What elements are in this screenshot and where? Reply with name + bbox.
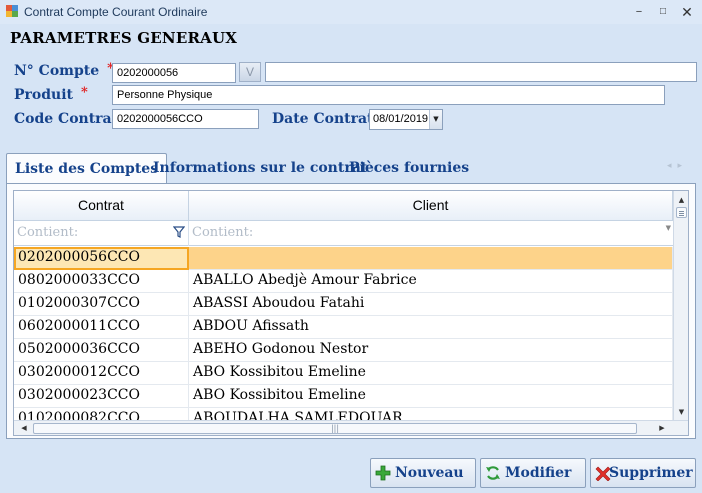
cell-client[interactable]: ABO Kossibitou Emeline	[189, 362, 673, 385]
cell-contrat[interactable]: 0102000307CCO	[14, 293, 189, 316]
filter-client-placeholder: Contient:	[192, 225, 254, 240]
compte-label: N° Compte *	[14, 61, 114, 79]
code-contrat-input[interactable]: 0202000056CCO	[112, 109, 259, 129]
compte-description-field[interactable]	[265, 62, 697, 82]
table-row[interactable]: 0802000033CCO ABALLO Abedjè Amour Fabric…	[14, 270, 673, 293]
column-header-contrat[interactable]: Contrat	[14, 191, 189, 221]
produit-required-mark: *	[81, 85, 88, 100]
tab-liste-comptes[interactable]: Liste des Comptes	[6, 153, 168, 184]
tab-pieces-fournies[interactable]: Pièces fournies	[349, 153, 469, 183]
scroll-up-icon[interactable]: ▲	[674, 193, 688, 207]
scroll-right-icon[interactable]: ▶	[654, 421, 670, 435]
maximize-icon[interactable]: □	[654, 3, 672, 21]
table-row[interactable]: 0102000307CCO ABASSI Aboudou Fatahi	[14, 293, 673, 316]
cell-client[interactable]: ABEHO Godonou Nestor	[189, 339, 673, 362]
tab-scroll-arrows-icon[interactable]: ◂▸	[667, 161, 688, 171]
produit-input[interactable]: Personne Physique	[112, 85, 665, 105]
cell-contrat[interactable]: 0502000036CCO	[14, 339, 189, 362]
compte-input[interactable]: 0202000056	[112, 63, 236, 83]
supprimer-button[interactable]: Supprimer	[590, 458, 696, 488]
column-header-client[interactable]: Client	[189, 191, 673, 221]
produit-label: Produit *	[14, 85, 88, 103]
cell-client[interactable]: ABALLO Abedjè Amour Fabrice	[189, 270, 673, 293]
filter-contrat-input[interactable]: Contient:	[14, 221, 189, 246]
table-row[interactable]: 0302000012CCO ABO Kossibitou Emeline	[14, 362, 673, 385]
compte-validate-button[interactable]: V	[239, 62, 261, 82]
refresh-icon	[486, 466, 500, 480]
table-row[interactable]: 0202000056CCO	[14, 247, 673, 270]
cell-client[interactable]: ABDOU Afissath	[189, 316, 673, 339]
plus-icon	[375, 465, 391, 481]
supprimer-label: Supprimer	[609, 465, 693, 481]
scroll-down-icon[interactable]: ▼	[674, 405, 688, 419]
tab-informations-contrat[interactable]: Informations sur le contrat	[153, 153, 367, 183]
code-contrat-label: Code Contrat	[14, 111, 119, 127]
tab-bar: Liste des Comptes Informations sur le co…	[6, 153, 696, 184]
table-row[interactable]: 0602000011CCO ABDOU Afissath	[14, 316, 673, 339]
cell-client[interactable]: ABASSI Aboudou Fatahi	[189, 293, 673, 316]
horizontal-scrollbar[interactable]: ◀ ||| ▶	[14, 420, 688, 435]
chevron-down-icon[interactable]: ▼	[666, 224, 671, 232]
compte-label-text: N° Compte	[14, 63, 100, 79]
window-title: Contrat Compte Courant Ordinaire	[24, 5, 208, 19]
cell-contrat[interactable]: 0802000033CCO	[14, 270, 189, 293]
vertical-scroll-thumb[interactable]	[676, 207, 687, 218]
cell-client[interactable]	[189, 247, 673, 270]
table-row[interactable]: 0302000023CCO ABO Kossibitou Emeline	[14, 385, 673, 408]
chevron-down-icon[interactable]: ▼	[429, 110, 442, 129]
section-header-parametres: PARAMETRES GENERAUX	[10, 29, 238, 47]
comptes-grid: Contrat Client Contient: Contient: ▼ 020…	[13, 190, 689, 436]
filter-contrat-placeholder: Contient:	[17, 225, 79, 240]
filter-funnel-icon[interactable]	[173, 226, 185, 238]
cell-contrat[interactable]: 0302000023CCO	[14, 385, 189, 408]
vertical-scrollbar[interactable]: ▲ ▼	[673, 191, 688, 421]
close-icon[interactable]: ✕	[678, 3, 696, 21]
cell-contrat[interactable]: 0602000011CCO	[14, 316, 189, 339]
nouveau-button[interactable]: Nouveau	[370, 458, 476, 488]
date-contrat-label: Date Contrat	[272, 111, 374, 127]
cell-contrat[interactable]: 0202000056CCO	[14, 247, 189, 270]
scroll-left-icon[interactable]: ◀	[16, 421, 32, 435]
filter-client-input[interactable]: Contient: ▼	[189, 221, 673, 246]
window-titlebar: Contrat Compte Courant Ordinaire − □ ✕	[0, 0, 702, 24]
app-icon	[6, 5, 18, 17]
filter-row: Contient: Contient: ▼	[14, 221, 673, 246]
date-contrat-value: 08/01/2019	[373, 113, 429, 125]
table-row[interactable]: 0502000036CCO ABEHO Godonou Nestor	[14, 339, 673, 362]
produit-label-text: Produit	[14, 87, 73, 103]
modifier-label: Modifier	[505, 465, 572, 481]
cell-client[interactable]: ABO Kossibitou Emeline	[189, 385, 673, 408]
horizontal-scroll-thumb[interactable]: |||	[33, 423, 637, 434]
cell-contrat[interactable]: 0302000012CCO	[14, 362, 189, 385]
minimize-icon[interactable]: −	[630, 3, 648, 21]
date-contrat-picker[interactable]: 08/01/2019 ▼	[369, 109, 443, 130]
modifier-button[interactable]: Modifier	[480, 458, 586, 488]
nouveau-label: Nouveau	[395, 465, 464, 481]
